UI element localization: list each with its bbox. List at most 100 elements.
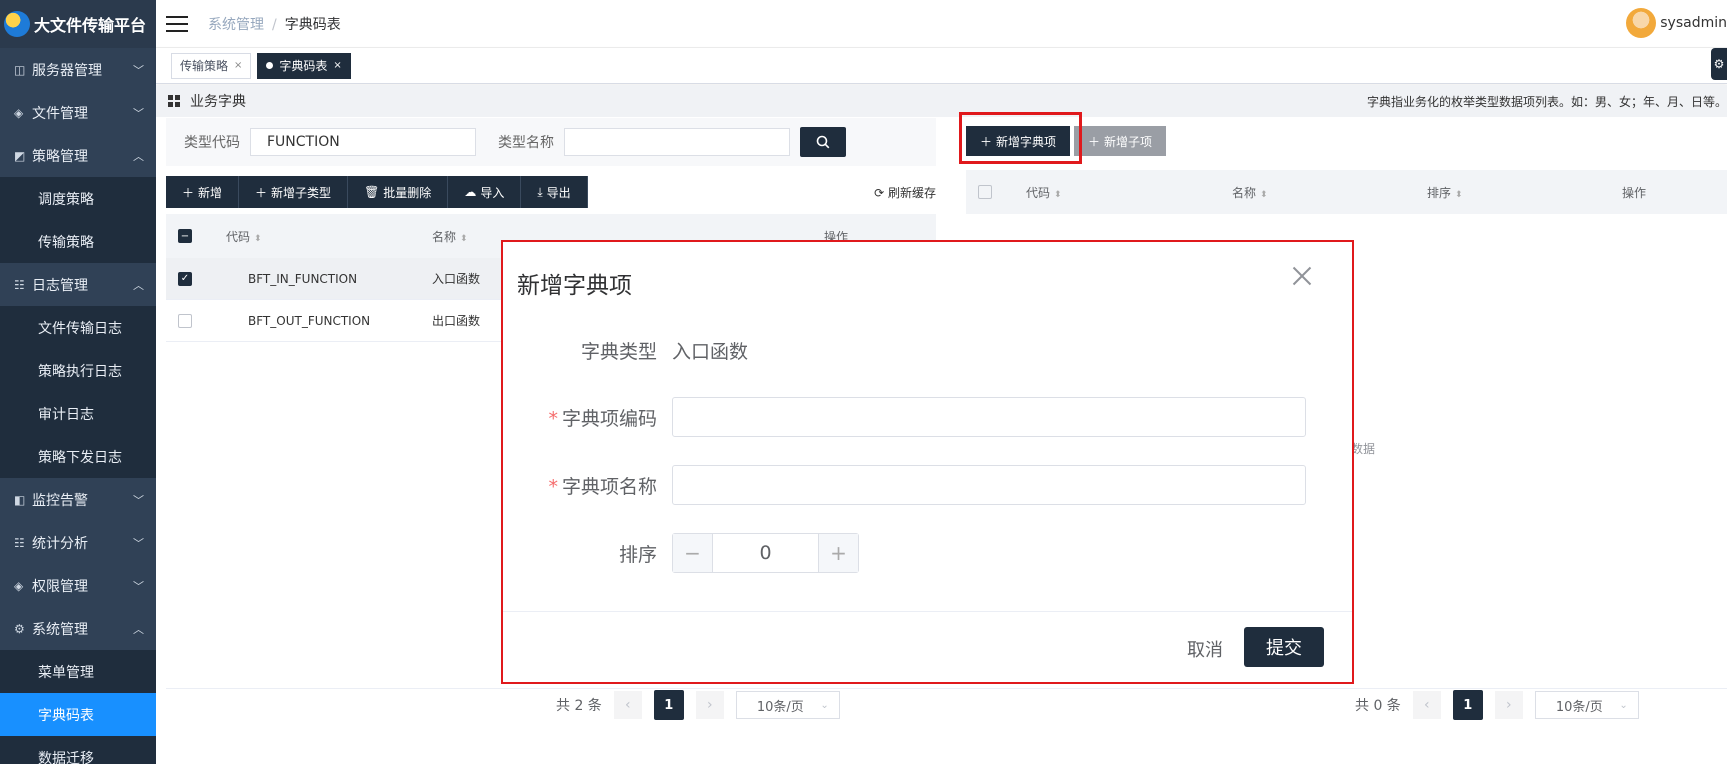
page-size-select[interactable]: 10条/页 ⌄ [1534,691,1639,719]
sidebar-subitem[interactable]: 字典码表 [0,693,156,736]
export-button[interactable]: ⤓ 导出 [521,176,588,208]
sidebar-subitem[interactable]: 数据迁移 [0,736,156,764]
sidebar-item[interactable]: ◫ 服务器管理 ﹀ [0,48,156,91]
avatar[interactable] [1626,8,1657,38]
dict-type-label: 字典类型 [580,340,657,363]
select-all-checkbox[interactable] [978,185,992,199]
add-sub-item-button[interactable]: ＋新增子项 [1074,126,1167,156]
chevron-up-icon: ︿ [133,622,144,636]
item-code-label: * 字典项编码 [503,404,672,431]
sidebar-subitem[interactable]: 调度策略 [0,177,156,220]
import-button[interactable]: ☁ 导入 [448,176,522,208]
sort-icon[interactable]: ⬍ [1455,190,1463,200]
sidebar-item[interactable]: ◧ 监控告警 ﹀ [0,478,156,521]
sidebar-item[interactable]: ☷ 日志管理 ︿ [0,263,156,306]
sidebar-item[interactable]: ⚙ 系统管理 ︿ [0,607,156,650]
order-label: 排序 [618,543,657,566]
sort-icon[interactable]: ⬍ [254,234,262,244]
item-table-header: 代码 ⬍ 名称 ⬍ 排序 ⬍ 操作 [966,170,1727,214]
refresh-cache-button[interactable]: ⟳ 刷新缓存 [874,184,936,201]
item-pagination: 共 0 条 ‹ 1 › 10条/页 ⌄ [1355,690,1639,720]
form-row-item-name: * 字典项名称 [503,465,1352,505]
chevron-up-icon: ︿ [133,278,144,292]
sidebar-subitem[interactable]: 策略执行日志 [0,349,156,392]
item-code-input[interactable] [672,397,1306,437]
next-page-button[interactable]: › [1494,691,1523,719]
breadcrumb-item-system[interactable]: 系统管理 [208,17,264,33]
increment-button[interactable]: + [818,534,858,572]
add-sub-item-label: 新增子项 [1104,134,1153,149]
tab-transfer-policy[interactable]: 传输策略 × [171,52,252,79]
sidebar-subitem[interactable]: 菜单管理 [0,650,156,693]
current-page[interactable]: 1 [653,690,684,720]
column-header-name[interactable]: 名称 ⬍ [432,228,468,245]
column-header-code[interactable]: 代码 ⬍ [1026,184,1062,201]
cancel-button[interactable]: 取消 [1187,636,1223,662]
sidebar-subitem[interactable]: 传输策略 [0,220,156,263]
column-header-code[interactable]: 代码 ⬍ [226,228,262,245]
sidebar-item-label: 系统管理 [32,621,88,638]
sidebar-item[interactable]: ◈ 权限管理 ﹀ [0,564,156,607]
submit-button[interactable]: 提交 [1244,627,1324,667]
sidebar-item-label: 审计日志 [38,406,94,423]
sort-icon[interactable]: ⬍ [460,234,468,244]
toolbar: ＋新增 ＋新增子类型 🗑 批量删除 ☁ 导入 ⤓ 导出 ⟳ 刷新缓存 [166,176,936,208]
add-button[interactable]: ＋新增 [166,176,240,208]
settings-gear-icon[interactable]: ⚙ [1711,48,1727,80]
sidebar-item-label: 调度策略 [38,191,94,208]
chevron-down-icon: ﹀ [133,579,144,593]
hamburger-menu-icon[interactable] [166,15,188,32]
highlight-box [959,112,1082,164]
tab-close-icon[interactable]: × [333,60,341,71]
sidebar-item[interactable]: ☷ 统计分析 ﹀ [0,521,156,564]
chevron-down-icon: ﹀ [133,536,144,550]
sort-icon[interactable]: ⬍ [1260,190,1268,200]
sidebar-item[interactable]: ◈ 文件管理 ﹀ [0,91,156,134]
order-value[interactable]: 0 [713,534,818,572]
row-checkbox[interactable] [178,313,192,328]
current-page[interactable]: 1 [1452,690,1483,720]
decrement-button[interactable]: − [673,534,713,572]
item-code-label-text: 字典项编码 [561,407,657,430]
breadcrumb-item-current: 字典码表 [284,16,341,33]
chevron-down-icon: ﹀ [133,493,144,507]
type-name-input[interactable] [564,128,790,156]
tab-close-icon[interactable]: × [234,60,242,71]
dict-type-value: 入口函数 [672,340,749,363]
type-code-input[interactable]: FUNCTION [250,128,476,156]
sidebar-item-label: 策略下发日志 [38,449,122,466]
lock-icon: ◈ [14,578,24,593]
sidebar-subitem[interactable]: 策略下发日志 [0,435,156,478]
type-name-label: 类型名称 [498,135,554,151]
batch-delete-button[interactable]: 🗑 批量删除 [348,176,449,208]
sidebar-subitem[interactable]: 审计日志 [0,392,156,435]
select-all-checkbox[interactable]: − [178,229,192,243]
sidebar-item-label: 服务器管理 [32,62,102,79]
folder-icon: ◈ [14,105,24,120]
section-title: 业务字典 [190,94,246,110]
column-header-order[interactable]: 排序 ⬍ [1427,184,1463,201]
prev-page-button[interactable]: ‹ [1412,691,1441,719]
add-sub-type-button[interactable]: ＋新增子类型 [239,176,349,208]
next-page-button[interactable]: › [695,691,724,719]
search-button[interactable] [800,127,846,157]
prev-page-button[interactable]: ‹ [613,691,642,719]
row-name: 入口函数 [432,272,481,286]
sidebar-subitem[interactable]: 文件传输日志 [0,306,156,349]
column-header-name[interactable]: 名称 ⬍ [1232,184,1268,201]
username[interactable]: sysadmin [1660,15,1727,31]
sidebar-item[interactable]: ◩ 策略管理 ︿ [0,134,156,177]
tab-dictionary[interactable]: 字典码表 × [257,52,351,79]
logo-icon [4,11,30,37]
user-menu[interactable]: sysadmin [1626,8,1727,38]
order-stepper[interactable]: − 0 + [672,533,859,573]
cloud-upload-icon: ☁ [464,185,477,199]
sidebar-item-label: 监控告警 [32,492,88,509]
page-size-select[interactable]: 10条/页 ⌄ [735,691,840,719]
import-label: 导入 [480,185,505,200]
item-name-input[interactable] [672,465,1306,505]
row-checkbox[interactable]: ✓ [178,271,192,286]
close-icon[interactable] [1290,264,1314,288]
sort-icon[interactable]: ⬍ [1054,190,1062,200]
row-code: BFT_IN_FUNCTION [248,271,358,286]
